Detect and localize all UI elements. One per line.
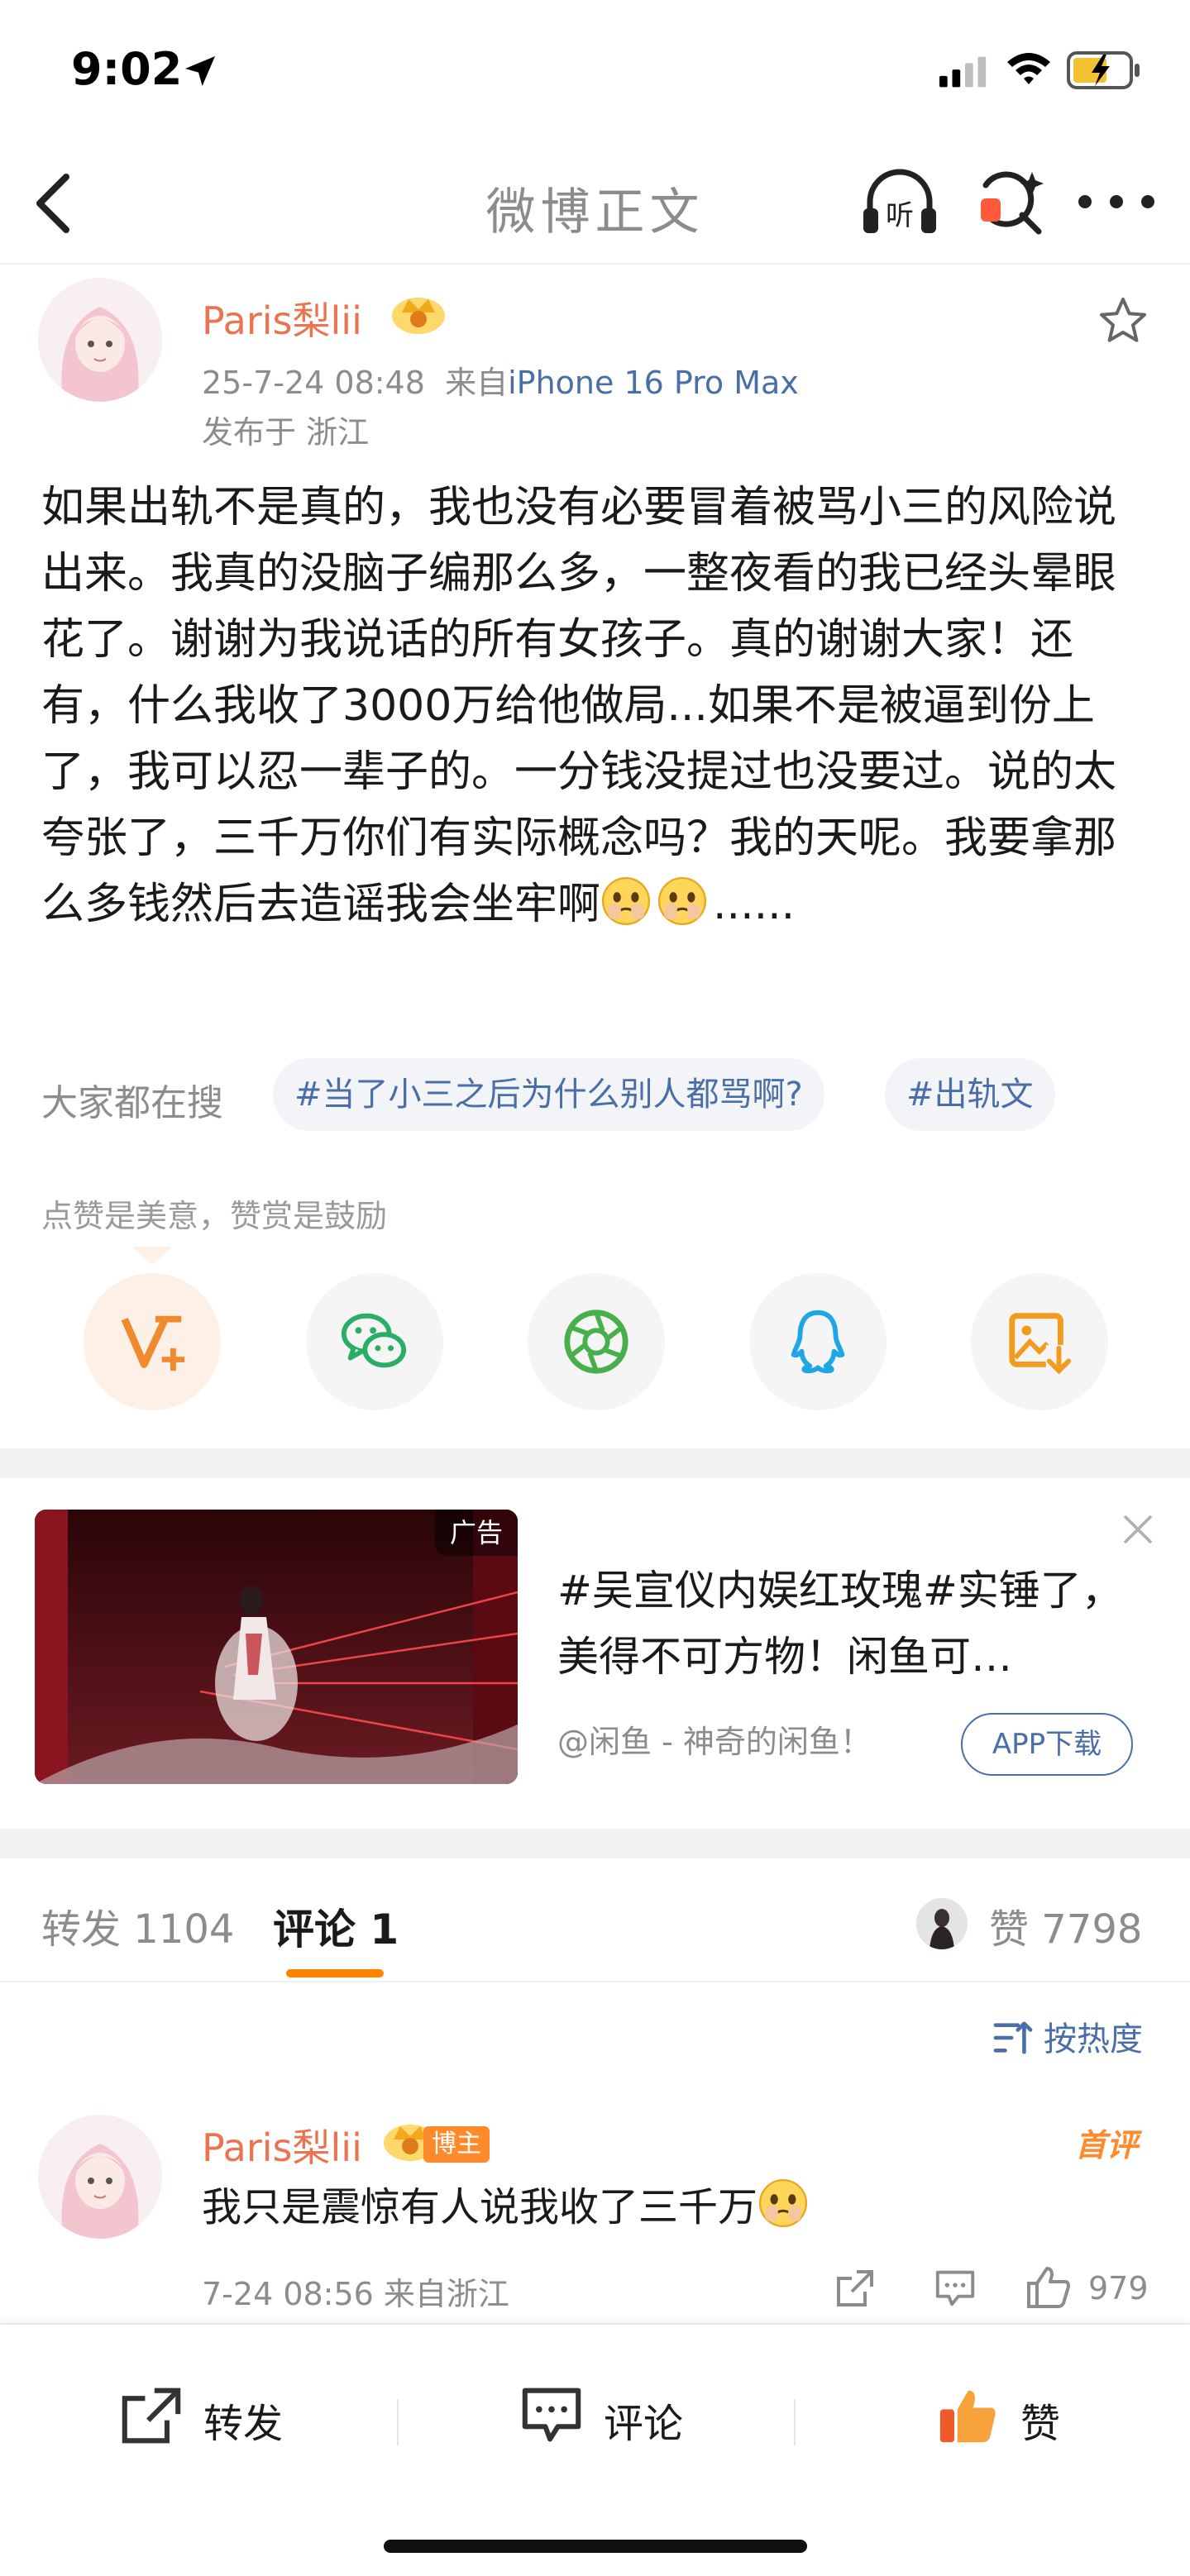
qq-penguin-icon bbox=[791, 1309, 845, 1374]
sort-label: 按热度 bbox=[1044, 2020, 1143, 2058]
comment-meta: 7-24 08:56 来自浙江 bbox=[202, 2276, 509, 2312]
ad-source: @闲鱼 - 神奇的闲鱼！ bbox=[557, 1724, 872, 1760]
comment-text-body: 我只是震惊有人说我收了三千万 bbox=[202, 2184, 758, 2230]
ad-badge: 广告 bbox=[434, 1510, 518, 1556]
sort-icon bbox=[993, 2021, 1033, 2054]
interaction-tabs: 转发 1104 评论 1 赞 7798 bbox=[0, 1858, 1190, 1982]
like-label: 赞 bbox=[1020, 2401, 1061, 2447]
emoji-icon bbox=[657, 876, 707, 926]
comment-like-count: 979 bbox=[1088, 2270, 1149, 2306]
post-text: 如果出轨不是真的，我也没有必要冒着被骂小三的风险说出来。我真的没脑子编那么多，一… bbox=[41, 475, 1153, 937]
share-qq-button[interactable] bbox=[749, 1273, 887, 1410]
battery-charging-icon bbox=[1067, 51, 1140, 89]
comment-label: 评论 bbox=[604, 2401, 684, 2447]
tab-comment[interactable]: 评论 1 bbox=[273, 1896, 399, 1956]
v-plus-icon bbox=[121, 1315, 185, 1371]
share-pointer bbox=[132, 1247, 172, 1265]
save-image-icon bbox=[1009, 1313, 1073, 1375]
vip-crown-icon bbox=[392, 298, 445, 334]
commenter-avatar[interactable] bbox=[38, 2115, 162, 2239]
bar-separator bbox=[794, 2399, 796, 2445]
post-timestamp: 25-7-24 08:48 bbox=[202, 365, 425, 401]
search-topics-label: 大家都在搜 bbox=[41, 1082, 223, 1124]
wechat-icon bbox=[341, 1313, 407, 1368]
post-location: 发布于 浙江 bbox=[202, 414, 370, 451]
emoji-icon bbox=[758, 2178, 808, 2228]
close-icon[interactable] bbox=[1121, 1513, 1154, 1546]
share-moments-button[interactable] bbox=[528, 1273, 665, 1410]
blogger-badge: 博主 bbox=[423, 2126, 490, 2163]
moments-shutter-icon bbox=[564, 1309, 628, 1374]
tab-repost[interactable]: 转发 1104 bbox=[41, 1896, 234, 1954]
liker-avatar-illustration bbox=[916, 1898, 968, 1949]
share-row bbox=[0, 1265, 1190, 1414]
commenter-name[interactable]: Paris梨lii bbox=[202, 2118, 362, 2173]
wifi-icon bbox=[1007, 53, 1050, 84]
thumbs-up-icon[interactable] bbox=[1024, 2262, 1073, 2311]
author-name[interactable]: Paris梨lii bbox=[202, 291, 362, 346]
section-divider bbox=[0, 1829, 1190, 1858]
tab-likes[interactable]: 赞 7798 bbox=[989, 1896, 1142, 1954]
location-arrow-icon bbox=[185, 56, 215, 86]
comment-icon bbox=[522, 2388, 581, 2442]
bar-separator bbox=[397, 2399, 399, 2445]
favorite-star-icon[interactable] bbox=[1097, 294, 1149, 347]
first-comment-badge: 首评 bbox=[1075, 2127, 1139, 2163]
nav-bar: 微博正文 听 bbox=[0, 141, 1190, 265]
liker-avatar bbox=[916, 1898, 968, 1949]
comment-text: 我只是震惊有人说我收了三千万 bbox=[202, 2176, 814, 2239]
search-icon[interactable] bbox=[973, 165, 1047, 240]
avatar-illustration bbox=[38, 278, 162, 402]
share-save-image-button[interactable] bbox=[971, 1273, 1108, 1410]
status-time: 9:02 bbox=[71, 43, 183, 95]
more-options-icon[interactable] bbox=[1075, 182, 1158, 223]
ad-download-button[interactable]: APP下载 bbox=[961, 1713, 1133, 1776]
status-bar: 9:02 bbox=[0, 0, 1190, 141]
share-wechat-button[interactable] bbox=[306, 1273, 443, 1410]
post-device[interactable]: iPhone 16 Pro Max bbox=[508, 365, 799, 401]
thumbs-up-filled-icon bbox=[939, 2390, 996, 2443]
author-avatar[interactable] bbox=[38, 278, 162, 402]
post-meta: 25-7-24 08:48 来自iPhone 16 Pro Max bbox=[202, 357, 799, 403]
listen-headphones-icon[interactable]: 听 bbox=[860, 165, 939, 240]
ad-image[interactable]: 广告 bbox=[35, 1510, 518, 1784]
post-text-main: 如果出轨不是真的，我也没有必要冒着被骂小三的风险说出来。我真的没脑子编那么多，一… bbox=[41, 483, 1117, 929]
listen-label: 听 bbox=[886, 199, 914, 232]
section-divider bbox=[0, 1448, 1190, 1478]
cellular-signal-icon bbox=[939, 56, 987, 88]
repost-icon bbox=[122, 2388, 181, 2444]
ad-title[interactable]: #吴宣仪内娱红玫瑰#实锤了，美得不可方物！闲鱼可… bbox=[557, 1558, 1153, 1690]
share-v-plus-button[interactable] bbox=[84, 1273, 221, 1410]
bottom-action-bar: 转发 评论 赞 bbox=[0, 2323, 1190, 2576]
forward-icon[interactable] bbox=[834, 2267, 877, 2310]
home-indicator[interactable] bbox=[384, 2540, 807, 2553]
reply-icon[interactable] bbox=[933, 2267, 977, 2310]
emoji-icon bbox=[601, 876, 651, 926]
reward-tip: 点赞是美意，赞赏是鼓励 bbox=[41, 1198, 388, 1234]
topic-chip[interactable]: #当了小三之后为什么别人都骂啊? bbox=[273, 1058, 824, 1131]
active-tab-indicator bbox=[286, 1969, 384, 1977]
post-source-prefix: 来自 bbox=[445, 365, 509, 401]
topic-chip[interactable]: #出轨文 bbox=[885, 1058, 1055, 1131]
avatar-illustration bbox=[38, 2115, 162, 2239]
repost-label: 转发 bbox=[203, 2401, 284, 2447]
post-text-ellipsis: ...... bbox=[713, 880, 796, 929]
